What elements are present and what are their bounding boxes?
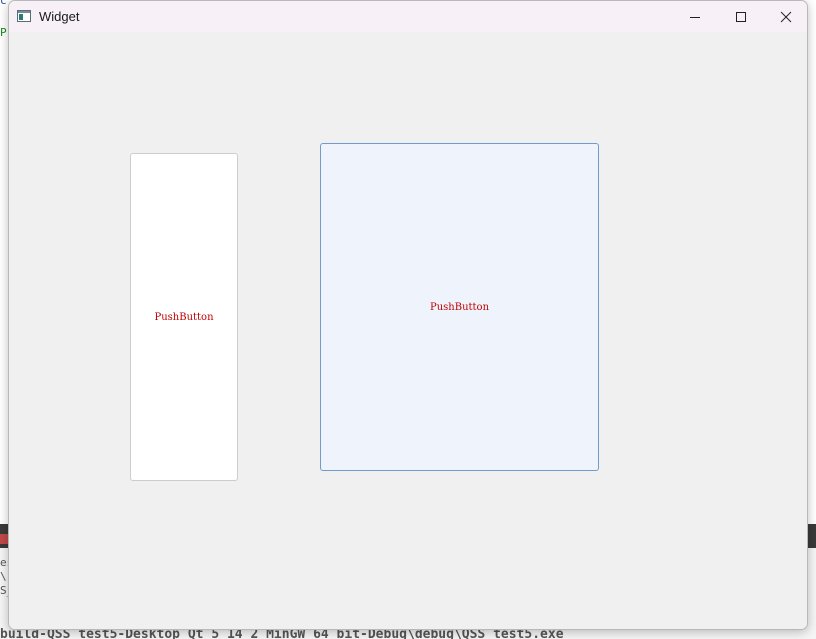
background-editor-glyph: c <box>0 0 7 7</box>
maximize-icon <box>736 11 746 22</box>
minimize-icon <box>690 16 700 18</box>
close-button[interactable] <box>763 1 807 32</box>
push-button-label: PushButton <box>154 311 214 323</box>
desktop: c P es \ S_ build-QSS_test5-Desktop_Qt_5… <box>0 0 816 639</box>
maximize-button[interactable] <box>718 1 764 32</box>
push-button-label: PushButton <box>429 301 490 313</box>
app-window-icon <box>17 10 31 22</box>
close-icon <box>780 11 792 22</box>
widget-client-area: PushButton PushButton <box>9 32 807 629</box>
background-editor-text: P <box>0 26 7 39</box>
minimize-button[interactable] <box>672 1 718 32</box>
push-button-2[interactable]: PushButton <box>320 143 599 471</box>
widget-window: Widget PushButton PushButton <box>8 0 808 630</box>
window-title: Widget <box>39 9 80 24</box>
push-button-1[interactable]: PushButton <box>130 153 238 481</box>
title-bar[interactable]: Widget <box>9 1 807 32</box>
